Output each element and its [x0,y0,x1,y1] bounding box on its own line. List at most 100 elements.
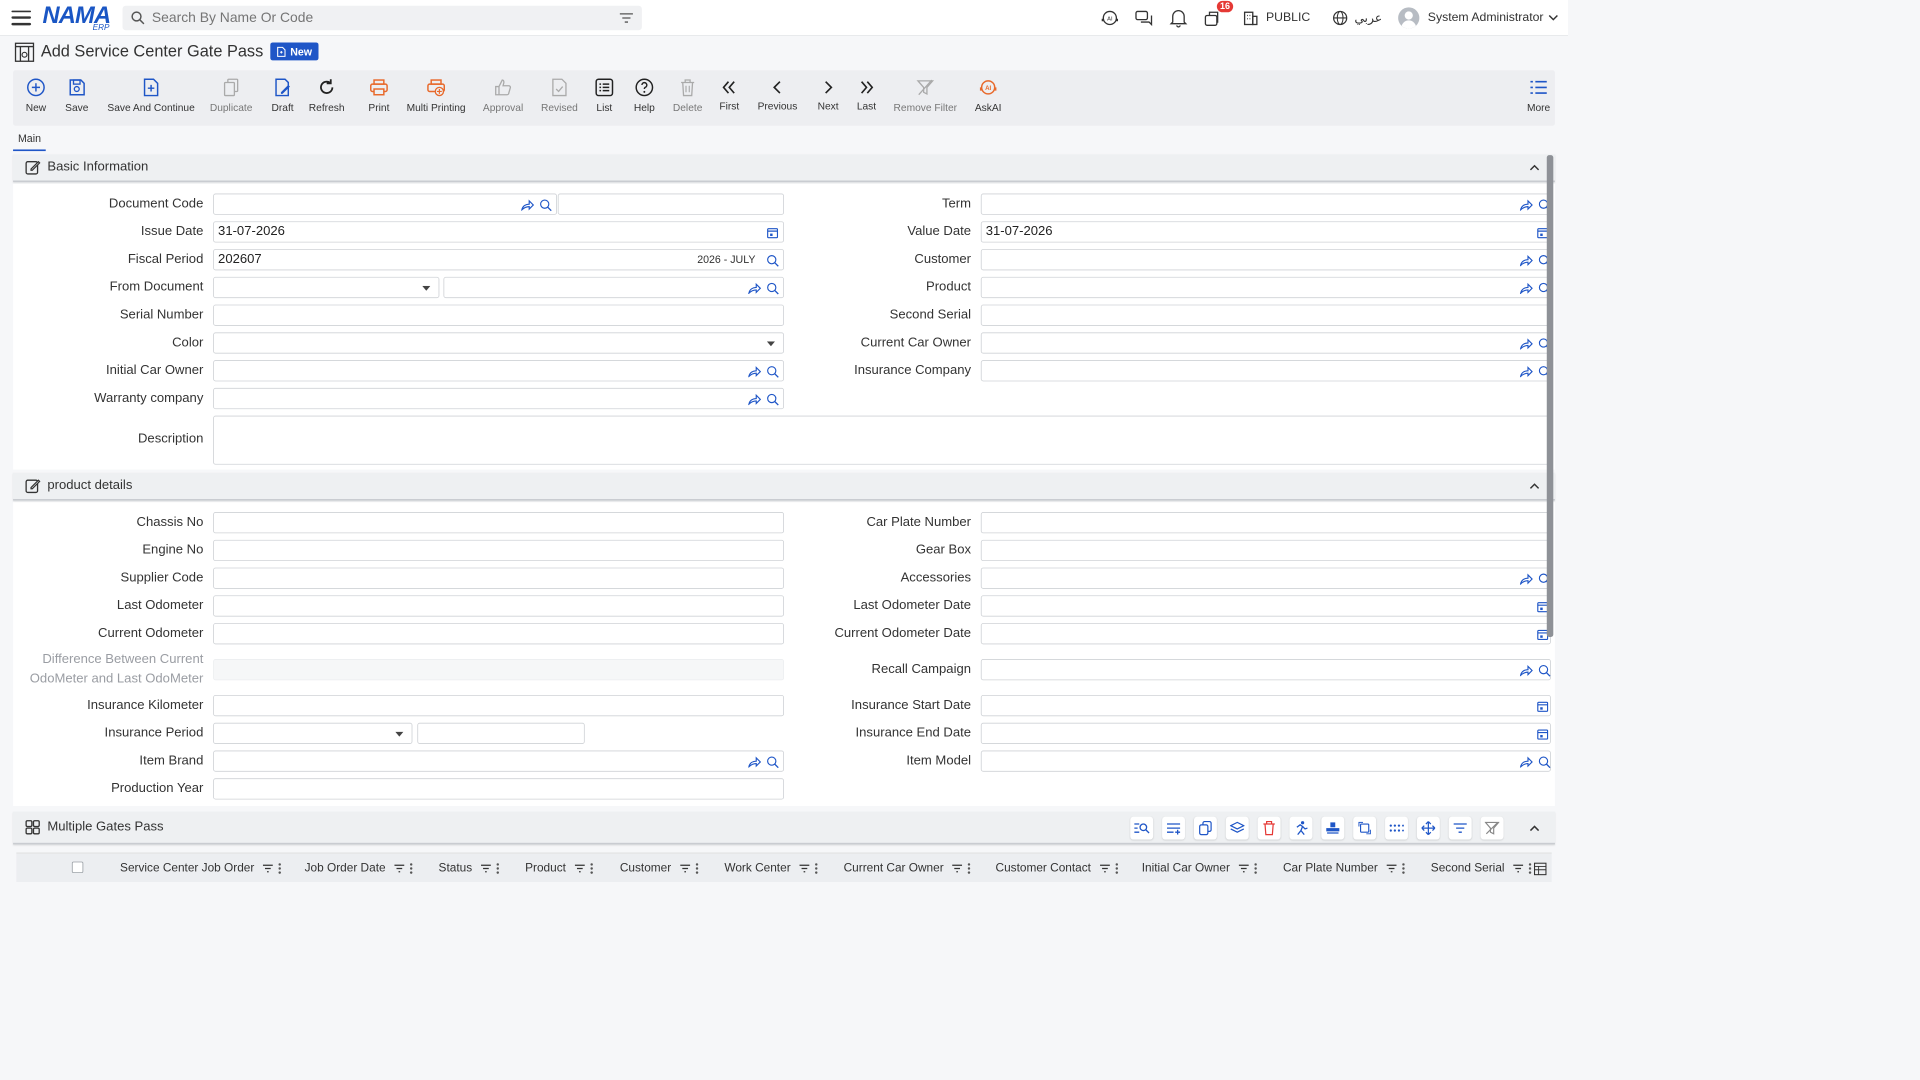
last-odometer-input[interactable] [213,595,785,617]
calendar-icon[interactable] [1535,699,1550,714]
building-icon[interactable] [1238,5,1263,30]
column-filter-icon[interactable] [1099,864,1110,873]
term-input[interactable] [980,193,1551,215]
dropdown-arrow-icon[interactable] [392,727,407,742]
production-year-input[interactable] [213,778,785,800]
share-icon[interactable] [1519,336,1534,351]
column-filter-icon[interactable] [1513,864,1524,873]
grid-column-header[interactable]: Customer [620,862,699,875]
column-menu-icon[interactable] [1402,862,1405,874]
column-filter-icon[interactable] [679,864,690,873]
initial-car-owner-input[interactable] [213,360,785,382]
save-button[interactable]: Save [62,70,91,126]
grid-move-button[interactable] [1416,816,1440,840]
vertical-scrollbar[interactable] [1546,155,1554,638]
share-icon[interactable] [1519,253,1534,268]
multi-printing-button[interactable]: Multi Printing [403,70,468,126]
grid-run-button[interactable] [1289,816,1313,840]
column-filter-icon[interactable] [799,864,810,873]
insurance-period-value-input[interactable] [417,722,585,744]
list-button[interactable]: List [593,70,616,126]
filter-icon[interactable] [619,12,634,23]
grid-column-header[interactable]: Current Car Owner [844,862,971,875]
search-icon[interactable] [765,364,780,379]
column-filter-icon[interactable] [1386,864,1397,873]
share-icon[interactable] [1519,755,1534,770]
select-all-checkbox[interactable] [71,861,84,874]
column-menu-icon[interactable] [496,862,500,874]
branch-label[interactable]: PUBLIC [1266,11,1310,25]
ai-support-icon[interactable]: AI [1098,5,1123,30]
grid-dots-button[interactable] [1385,816,1408,840]
column-filter-icon[interactable] [952,864,963,873]
grid-column-header[interactable]: Job Order Date [305,862,413,875]
document-code-name-input[interactable] [557,193,785,215]
grid-resize-button[interactable] [1353,816,1377,840]
search-icon[interactable] [765,281,780,296]
share-icon[interactable] [1519,572,1534,587]
chevron-up-icon[interactable] [1529,822,1540,833]
issue-date-input[interactable]: 31-07-2026 [213,221,785,243]
share-icon[interactable] [747,755,762,770]
basic-information-header[interactable]: Basic Information [13,154,1555,183]
engine-no-input[interactable] [213,539,785,562]
column-menu-icon[interactable] [695,862,699,874]
insurance-period-select[interactable] [213,722,413,744]
current-car-owner-input[interactable] [980,332,1551,354]
grid-column-header[interactable]: Status [439,862,500,875]
serial-number-input[interactable] [213,304,785,326]
next-button[interactable]: Next [815,70,841,126]
column-filter-icon[interactable] [262,864,274,873]
grid-column-header[interactable]: Product [525,862,593,875]
insurance-end-date-input[interactable] [980,722,1551,744]
share-icon[interactable] [747,392,762,407]
dropdown-arrow-icon[interactable] [419,281,434,296]
column-menu-icon[interactable] [1254,862,1257,874]
avatar[interactable] [1398,6,1420,29]
search-icon[interactable] [1537,663,1552,678]
column-menu-icon[interactable] [410,862,413,874]
menu-icon[interactable] [11,10,32,25]
grid-column-header[interactable]: Car Plate Number [1283,862,1405,875]
column-menu-icon[interactable] [590,862,593,874]
grid-column-header[interactable]: Second Serial [1431,862,1532,875]
grid-filter-button[interactable] [1448,816,1472,840]
column-filter-icon[interactable] [394,864,405,873]
tasks-icon[interactable]: 16 [1201,0,1234,30]
current-odometer-input[interactable] [213,623,785,645]
value-date-input[interactable]: 31-07-2026 [980,221,1551,243]
grid-column-header[interactable]: Service Center Job Order [120,862,282,875]
share-icon[interactable] [747,281,762,296]
askai-button[interactable]: AI AskAI [973,70,1002,126]
share-icon[interactable] [1519,198,1534,213]
duplicate-button[interactable]: Duplicate [207,70,254,126]
insurance-start-date-input[interactable] [980,694,1551,717]
share-icon[interactable] [520,198,535,213]
fiscal-period-input[interactable]: 202607 2026 - JULY [213,249,785,271]
grid-layers-button[interactable] [1225,816,1249,840]
search-icon[interactable] [1537,755,1552,770]
accessories-input[interactable] [980,567,1551,589]
column-menu-icon[interactable] [1115,862,1118,874]
bell-icon[interactable] [1166,5,1191,30]
help-button[interactable]: Help [632,70,657,126]
chevron-up-icon[interactable] [1529,162,1540,173]
new-button[interactable]: New [21,70,50,126]
share-icon[interactable] [1519,663,1534,678]
print-button[interactable]: Print [364,70,393,126]
grid-remove-filter-button[interactable] [1480,816,1504,840]
warranty-company-input[interactable] [213,387,785,410]
search-icon[interactable] [765,392,780,407]
share-icon[interactable] [1519,364,1534,379]
column-filter-icon[interactable] [480,864,491,873]
color-select[interactable] [213,332,785,354]
product-input[interactable] [980,276,1551,299]
chevron-up-icon[interactable] [1529,480,1540,491]
column-chooser-icon[interactable] [1533,862,1547,876]
multiple-gates-pass-header[interactable]: Multiple Gates Pass [13,811,1555,845]
dropdown-arrow-icon[interactable] [764,336,779,351]
share-icon[interactable] [1519,281,1534,296]
insurance-kilometer-input[interactable] [213,694,785,717]
save-and-continue-button[interactable]: Save And Continue [106,70,196,126]
grid-column-header[interactable]: Initial Car Owner [1142,862,1257,875]
